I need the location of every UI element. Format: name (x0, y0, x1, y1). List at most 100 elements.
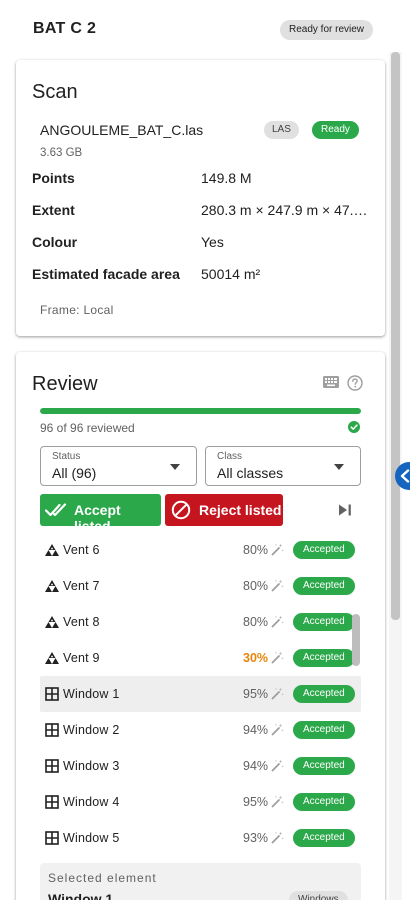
check-circle-icon (348, 421, 360, 433)
page-scrollbar-thumb[interactable] (391, 52, 400, 620)
review-item-name: Window 5 (63, 831, 120, 845)
review-item-name: Vent 7 (63, 579, 100, 593)
window-icon (45, 795, 59, 809)
window-icon (45, 687, 59, 701)
vent-icon (45, 652, 59, 664)
facade-area-label: Estimated facade area (32, 266, 180, 282)
review-item-name: Window 2 (63, 723, 120, 737)
extent-label: Extent (32, 202, 75, 218)
review-progress-fill (40, 408, 361, 414)
file-format-chip: LAS (264, 121, 299, 139)
review-item-status-chip[interactable]: Accepted (293, 613, 355, 631)
status-filter-label: Status (52, 451, 81, 462)
keyboard-icon[interactable] (323, 376, 339, 388)
points-label: Points (32, 170, 75, 186)
review-item-confidence: 94% (243, 723, 269, 737)
review-progress-bar (40, 408, 361, 414)
chevron-down-icon (334, 464, 344, 470)
review-item-row[interactable]: Vent 7 80% Accepted (40, 568, 361, 604)
colour-value: Yes (201, 234, 224, 250)
magic-wand-icon (271, 723, 284, 736)
magic-wand-icon (271, 687, 284, 700)
magic-wand-icon (271, 795, 284, 808)
building-title: BAT C 2 (33, 20, 97, 37)
review-item-status-chip[interactable]: Accepted (293, 829, 355, 847)
window-icon (45, 723, 59, 737)
review-item-status-chip[interactable]: Accepted (293, 649, 355, 667)
help-circle-icon[interactable] (347, 375, 363, 391)
review-item-name: Vent 6 (63, 543, 100, 557)
review-item-confidence: 93% (243, 831, 269, 845)
extent-value: 280.3 m × 247.9 m × 47.3 m (201, 202, 371, 218)
vent-icon (45, 580, 59, 592)
review-card: Review 96 of 96 reviewed Status All (96)… (16, 352, 385, 900)
review-item-confidence: 80% (243, 579, 269, 593)
frame-label: Frame: Local (40, 303, 114, 317)
review-item-status-chip[interactable]: Accepted (293, 577, 355, 595)
review-item-row[interactable]: Window 2 94% Accepted (40, 712, 361, 748)
review-item-name: Vent 8 (63, 615, 100, 629)
reviewed-count: 96 of 96 reviewed (40, 421, 135, 435)
review-item-row[interactable]: Window 5 93% Accepted (40, 820, 361, 856)
selected-element-name: Window 1 (48, 891, 114, 900)
review-title: Review (32, 373, 98, 395)
review-item-confidence: 94% (243, 759, 269, 773)
points-value: 149.8 M (201, 170, 252, 186)
review-item-status-chip[interactable]: Accepted (293, 757, 355, 775)
block-icon (171, 500, 191, 520)
review-item-row[interactable]: Window 1 95% Accepted (40, 676, 361, 712)
review-item-confidence: 95% (243, 687, 269, 701)
magic-wand-icon (271, 759, 284, 772)
reject-listed-button[interactable]: Reject listed (165, 494, 283, 526)
scan-ready-chip: Ready (312, 121, 359, 139)
window-icon (45, 759, 59, 773)
magic-wand-icon (271, 651, 284, 664)
review-status-chip: Ready for review (280, 20, 374, 40)
chevron-left-icon (400, 469, 410, 483)
review-item-confidence: 30% (243, 651, 269, 665)
class-filter-label: Class (217, 451, 243, 462)
class-filter-value: All classes (217, 465, 284, 481)
double-check-icon (45, 503, 67, 517)
scan-file-name: ANGOULEME_BAT_C.las (40, 122, 204, 138)
review-item-name: Window 1 (63, 687, 120, 701)
top-bar: BAT C 2 Ready for review (0, 0, 388, 60)
vent-icon (45, 544, 59, 556)
accept-listed-label: Accept listed (74, 502, 121, 534)
review-item-row[interactable]: Vent 6 80% Accepted (40, 532, 361, 568)
review-item-row[interactable]: Window 4 95% Accepted (40, 784, 361, 820)
magic-wand-icon (271, 579, 284, 592)
magic-wand-icon (271, 543, 284, 556)
chevron-down-icon (170, 464, 180, 470)
review-item-confidence: 80% (243, 615, 269, 629)
magic-wand-icon (271, 831, 284, 844)
scan-file-size: 3.63 GB (40, 147, 83, 159)
skip-next-icon[interactable] (338, 503, 352, 517)
review-item-status-chip[interactable]: Accepted (293, 685, 355, 703)
scan-card: Scan ANGOULEME_BAT_C.las LAS Ready 3.63 … (16, 60, 385, 336)
review-item-confidence: 80% (243, 543, 269, 557)
review-item-name: Window 4 (63, 795, 120, 809)
magic-wand-icon (271, 615, 284, 628)
colour-label: Colour (32, 234, 78, 250)
review-item-status-chip[interactable]: Accepted (293, 721, 355, 739)
list-scrollbar[interactable] (352, 614, 360, 666)
selected-element-panel: Selected element Window 1 Windows (40, 863, 361, 900)
vent-icon (45, 616, 59, 628)
scan-title: Scan (32, 81, 78, 103)
selected-element-heading: Selected element (48, 871, 157, 885)
status-filter-value: All (96) (52, 465, 97, 481)
review-item-confidence: 95% (243, 795, 269, 809)
facade-area-value: 50014 m² (201, 266, 261, 282)
window-icon (45, 831, 59, 845)
accept-listed-button[interactable]: Accept listed (40, 494, 161, 534)
review-item-row[interactable]: Vent 8 80% Accepted (40, 604, 361, 640)
class-filter-select[interactable]: Class All classes (205, 446, 361, 486)
review-item-row[interactable]: Window 3 94% Accepted (40, 748, 361, 784)
review-item-status-chip[interactable]: Accepted (293, 793, 355, 811)
review-item-name: Window 3 (63, 759, 120, 773)
review-item-row[interactable]: Vent 9 30% Accepted (40, 640, 361, 676)
status-filter-select[interactable]: Status All (96) (40, 446, 197, 486)
review-item-status-chip[interactable]: Accepted (293, 541, 355, 559)
reject-listed-label: Reject listed (199, 502, 282, 518)
